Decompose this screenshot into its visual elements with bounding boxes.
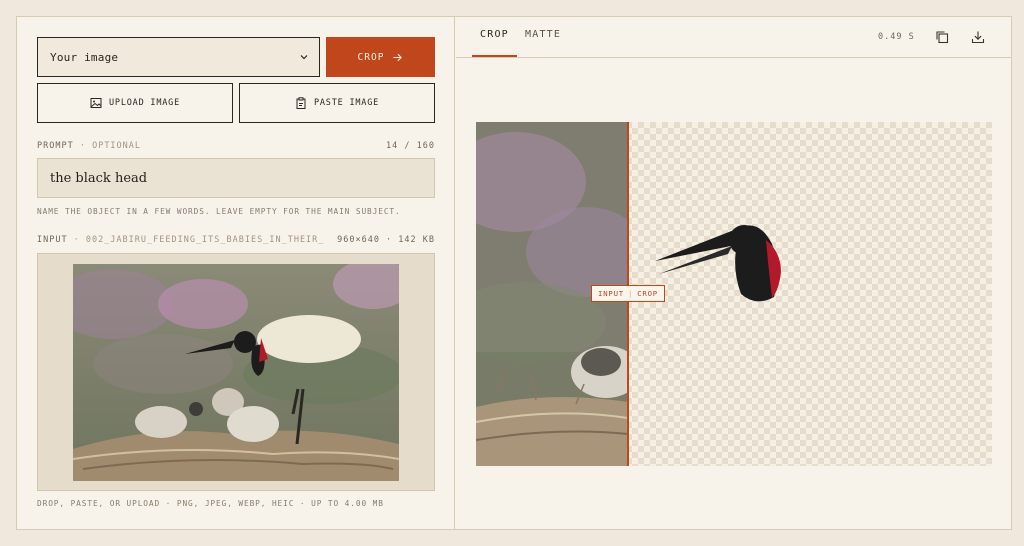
prompt-optional: · OPTIONAL — [79, 141, 142, 151]
upload-image-label: UPLOAD IMAGE — [108, 98, 180, 108]
input-panel: Your image CROP UPLOAD IMAGE PASTE IMAGE… — [17, 17, 455, 529]
tab-matte[interactable]: MATTE — [525, 29, 561, 40]
prompt-hint: NAME THE OBJECT IN A FEW WORDS. LEAVE EM… — [37, 207, 401, 216]
paste-image-label: PASTE IMAGE — [313, 98, 380, 108]
input-filename: · 002_JABIRU_FEEDING_ITS_BABIES_IN_THEIR… — [73, 235, 325, 245]
input-drop-zone[interactable] — [37, 253, 435, 491]
tab-crop[interactable]: CROP — [480, 29, 509, 40]
clipboard-icon — [296, 97, 306, 109]
prompt-label: PROMPT — [37, 141, 74, 151]
input-header: INPUT · 002_JABIRU_FEEDING_ITS_BABIES_IN… — [37, 235, 435, 247]
image-select-value: Your image — [50, 50, 119, 64]
input-preview-image — [73, 264, 399, 481]
processing-time: 0.49 S — [878, 32, 915, 42]
image-select[interactable]: Your image — [37, 37, 320, 77]
split-label-input: INPUT — [598, 289, 624, 298]
prompt-char-count: 14 / 160 — [386, 141, 435, 151]
crop-button[interactable]: CROP — [326, 37, 435, 77]
input-meta: 960×640 · 142 KB — [337, 235, 435, 245]
comparison-view[interactable]: INPUT | CROP — [476, 122, 992, 466]
arrow-right-icon — [393, 53, 403, 61]
upload-image-button[interactable]: UPLOAD IMAGE — [37, 83, 233, 123]
copy-icon[interactable] — [935, 30, 949, 44]
download-icon[interactable] — [971, 30, 985, 44]
prompt-header: PROMPT · OPTIONAL 14 / 160 — [37, 141, 435, 153]
input-label: INPUT — [37, 235, 68, 245]
image-icon — [90, 98, 102, 108]
crop-button-label: CROP — [357, 51, 385, 63]
app-frame: Your image CROP UPLOAD IMAGE PASTE IMAGE… — [16, 16, 1012, 530]
active-tab-indicator — [472, 55, 517, 57]
upload-hint: DROP, PASTE, OR UPLOAD · PNG, JPEG, WEBP… — [37, 499, 384, 508]
chevron-down-icon — [300, 55, 308, 60]
prompt-input[interactable]: the black head — [37, 158, 435, 198]
result-tabs: CROP MATTE 0.49 S — [456, 17, 1012, 58]
split-label: INPUT | CROP — [591, 285, 665, 302]
paste-image-button[interactable]: PASTE IMAGE — [239, 83, 435, 123]
split-label-crop: CROP — [637, 289, 658, 298]
result-panel: CROP MATTE 0.49 S INPUT | CROP — [456, 17, 1012, 529]
